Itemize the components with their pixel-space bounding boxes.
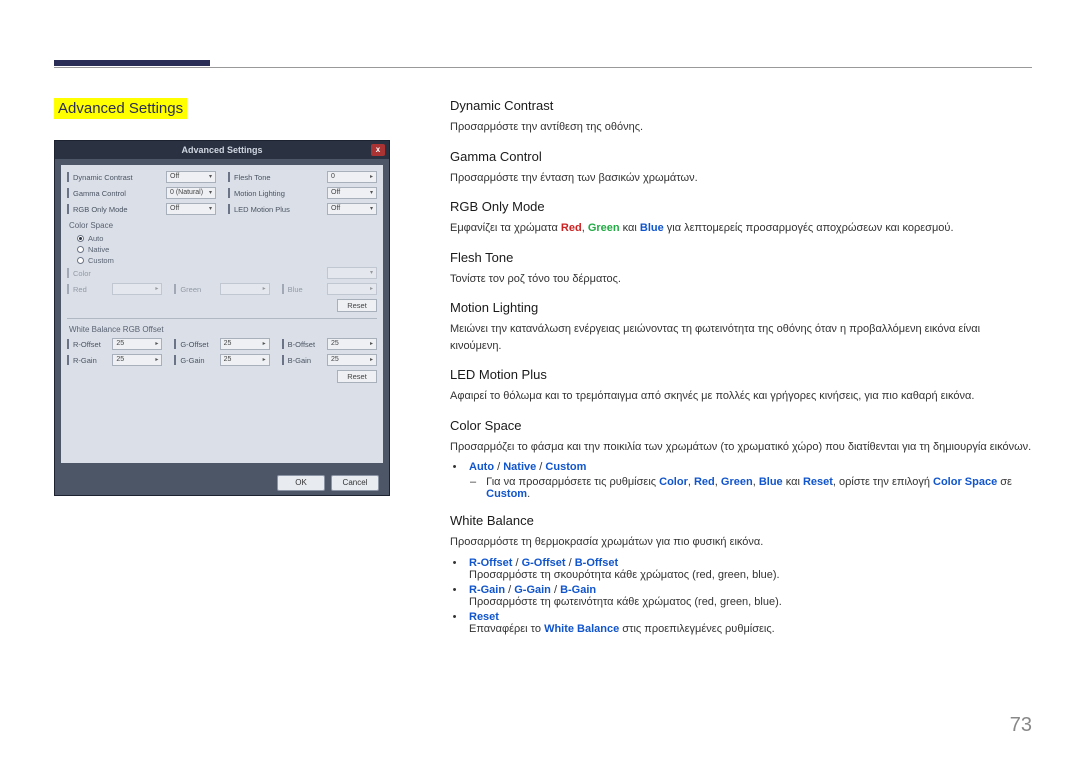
ctrl-motion-lighting: Motion Lighting Off▾ xyxy=(228,187,377,199)
dialog-titlebar: Advanced Settings x xyxy=(55,141,389,159)
content-column: Dynamic Contrast Προσαρμόστε την αντίθεσ… xyxy=(450,98,1032,648)
stepper-r-offset[interactable]: 25▸ xyxy=(112,338,162,350)
dialog-body: Dynamic Contrast Off▾ Flesh Tone 0▸ Gamm… xyxy=(61,165,383,463)
sec-body-led: Αφαιρεί το θόλωμα και το τρεμόπαιγμα από… xyxy=(450,388,1032,405)
sec-title-led: LED Motion Plus xyxy=(450,367,1032,382)
bullet-wb-offset: • R-Offset / G-Offset / B-OffsetΠροσαρμό… xyxy=(450,557,1032,581)
sub-bullet-cs: – Για να προσαρμόσετε τις ρυθμίσεις Colo… xyxy=(470,476,1032,500)
ctrl-flesh-tone: Flesh Tone 0▸ xyxy=(228,171,377,183)
close-icon[interactable]: x xyxy=(371,144,385,156)
sec-body-rgb: Εμφανίζει τα χρώματα Red, Green και Blue… xyxy=(450,220,1032,237)
stepper-r-gain[interactable]: 25▸ xyxy=(112,354,162,366)
dropdown-motion-lighting[interactable]: Off▾ xyxy=(327,187,377,199)
sec-title-cs: Color Space xyxy=(450,418,1032,433)
sec-body-cs: Προσαρμόζει το φάσμα και την ποικιλία τω… xyxy=(450,439,1032,456)
cancel-button[interactable]: Cancel xyxy=(331,475,379,491)
stepper-g-offset[interactable]: 25▸ xyxy=(220,338,270,350)
ctrl-led-motion: LED Motion Plus Off▾ xyxy=(228,203,377,215)
reset-colorspace-button[interactable]: Reset xyxy=(337,299,377,312)
dropdown-led-motion[interactable]: Off▾ xyxy=(327,203,377,215)
header-rule xyxy=(54,67,1032,68)
dropdown-gamma[interactable]: 0 (Natural)▾ xyxy=(166,187,216,199)
sec-body-dyn: Προσαρμόστε την αντίθεση της οθόνης. xyxy=(450,119,1032,136)
ctrl-gamma: Gamma Control 0 (Natural)▾ xyxy=(67,187,216,199)
radio-native[interactable]: Native xyxy=(77,245,377,254)
sec-title-dyn: Dynamic Contrast xyxy=(450,98,1032,113)
sec-body-flesh: Τονίστε τον ροζ τόνο του δέρματος. xyxy=(450,271,1032,288)
dropdown-dynamic-contrast[interactable]: Off▾ xyxy=(166,171,216,183)
color-space-group-label: Color Space xyxy=(69,221,377,230)
page-number: 73 xyxy=(1010,714,1032,737)
ctrl-dynamic-contrast: Dynamic Contrast Off▾ xyxy=(67,171,216,183)
dialog-title-text: Advanced Settings xyxy=(181,145,262,155)
radio-auto[interactable]: Auto xyxy=(77,234,377,243)
header-accent xyxy=(54,60,210,66)
ctrl-rgb-only: RGB Only Mode Off▾ xyxy=(67,203,216,215)
sec-title-rgb: RGB Only Mode xyxy=(450,199,1032,214)
sec-title-motion: Motion Lighting xyxy=(450,300,1032,315)
sec-body-wb: Προσαρμόστε τη θερμοκρασία χρωμάτων για … xyxy=(450,534,1032,551)
dropdown-color: ▾ xyxy=(327,267,377,279)
advanced-settings-dialog: Advanced Settings x Dynamic Contrast Off… xyxy=(54,140,390,496)
sec-title-wb: White Balance xyxy=(450,513,1032,528)
sec-title-flesh: Flesh Tone xyxy=(450,250,1032,265)
dropdown-flesh-tone[interactable]: 0▸ xyxy=(327,171,377,183)
bullet-wb-gain: • R-Gain / G-Gain / B-GainΠροσαρμόστε τη… xyxy=(450,584,1032,608)
stepper-b-offset[interactable]: 25▸ xyxy=(327,338,377,350)
page-title: Advanced Settings xyxy=(54,98,187,119)
sec-title-gamma: Gamma Control xyxy=(450,149,1032,164)
bullet-wb-reset: • ResetΕπαναφέρει το White Balance στις … xyxy=(450,611,1032,635)
reset-wb-button[interactable]: Reset xyxy=(337,370,377,383)
radio-custom[interactable]: Custom xyxy=(77,256,377,265)
stepper-b-gain[interactable]: 25▸ xyxy=(327,354,377,366)
sec-body-motion: Μειώνει την κατανάλωση ενέργειας μειώνον… xyxy=(450,321,1032,354)
wb-group-label: White Balance RGB Offset xyxy=(69,325,377,334)
stepper-g-gain[interactable]: 25▸ xyxy=(220,354,270,366)
ok-button[interactable]: OK xyxy=(277,475,325,491)
dropdown-rgb-only[interactable]: Off▾ xyxy=(166,203,216,215)
bullet-cs-1: • Auto / Native / Custom xyxy=(450,461,1032,473)
sec-body-gamma: Προσαρμόστε την ένταση των βασικών χρωμά… xyxy=(450,170,1032,187)
